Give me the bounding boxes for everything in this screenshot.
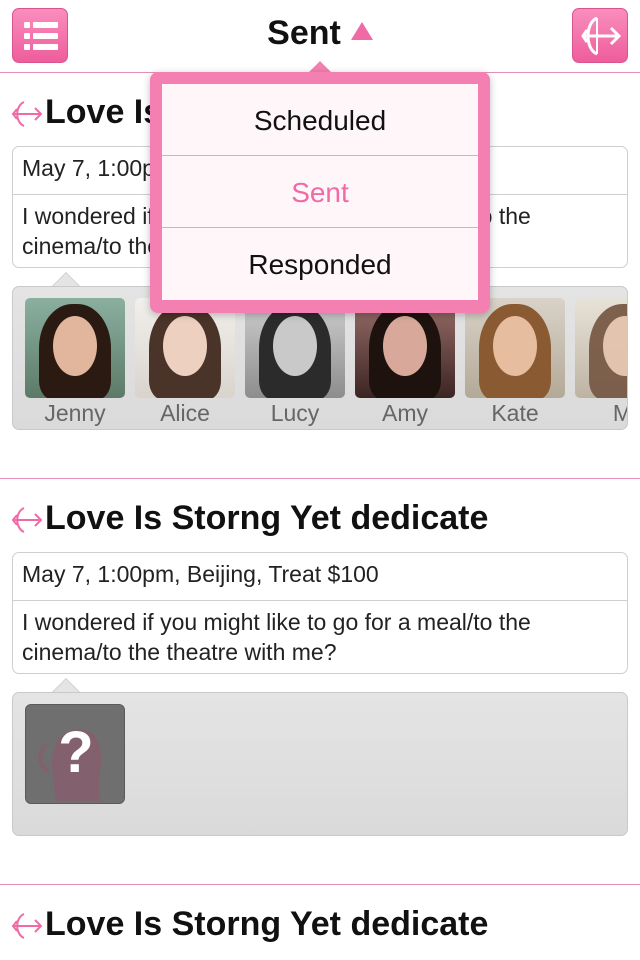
pointer-notch	[52, 272, 80, 286]
page-title: Sent	[267, 14, 341, 52]
unknown-recipient[interactable]: ?	[25, 704, 125, 804]
recipient-name: Kate	[491, 400, 539, 426]
message-text: I wondered if you might like to go for a…	[22, 609, 531, 665]
dropdown-item-responded[interactable]: Responded	[162, 228, 478, 300]
dropdown-item-sent[interactable]: Sent	[162, 156, 478, 228]
recipient-name: Amy	[382, 400, 428, 426]
recipient-kate[interactable]: Kate	[465, 298, 565, 428]
pointer-notch	[52, 678, 80, 692]
recipient-name: Jenny	[44, 400, 106, 426]
recipient-name: Lucy	[270, 400, 320, 426]
recipient-name: Alice	[160, 400, 210, 426]
dropdown-list: Scheduled Sent Responded	[162, 84, 478, 300]
message-box: May 7, 1:00pm, Beijing, Treat $100 I won…	[12, 552, 628, 674]
card-divider	[0, 884, 640, 885]
recipient-mi[interactable]: Mi	[575, 298, 627, 428]
recipient-amy[interactable]: Amy	[355, 298, 455, 428]
recipient-alice[interactable]: Alice	[135, 298, 235, 428]
cupid-arrow-icon	[11, 913, 43, 939]
recipient-lucy[interactable]: Lucy	[245, 298, 345, 428]
cupid-button[interactable]	[572, 8, 628, 63]
avatar	[245, 298, 345, 398]
recipients-strip[interactable]: ?	[12, 692, 628, 836]
dropdown-item-scheduled[interactable]: Scheduled	[162, 84, 478, 156]
avatar	[465, 298, 565, 398]
cupid-arrow-icon	[581, 16, 622, 56]
cupid-arrow-icon	[11, 507, 43, 533]
recipient-name: Mi	[575, 400, 627, 427]
avatar	[355, 298, 455, 398]
caret-up-icon	[350, 22, 373, 40]
recipient-jenny[interactable]: Jenny	[25, 298, 125, 428]
avatar	[25, 298, 125, 398]
event-details: May 7, 1:00pm, Beijing, Treat $100	[13, 553, 627, 601]
unknown-mark: ?	[58, 720, 94, 785]
avatar	[135, 298, 235, 398]
filter-title[interactable]: Sent	[0, 14, 640, 53]
avatar	[575, 298, 627, 398]
card-title: Love Is Storng Yet dedicate	[45, 499, 489, 537]
card-title: Love Is Storng Yet dedicate	[45, 905, 489, 943]
cupid-arrow-icon	[11, 101, 43, 127]
filter-dropdown: Scheduled Sent Responded	[150, 72, 490, 313]
card-divider	[0, 478, 640, 479]
